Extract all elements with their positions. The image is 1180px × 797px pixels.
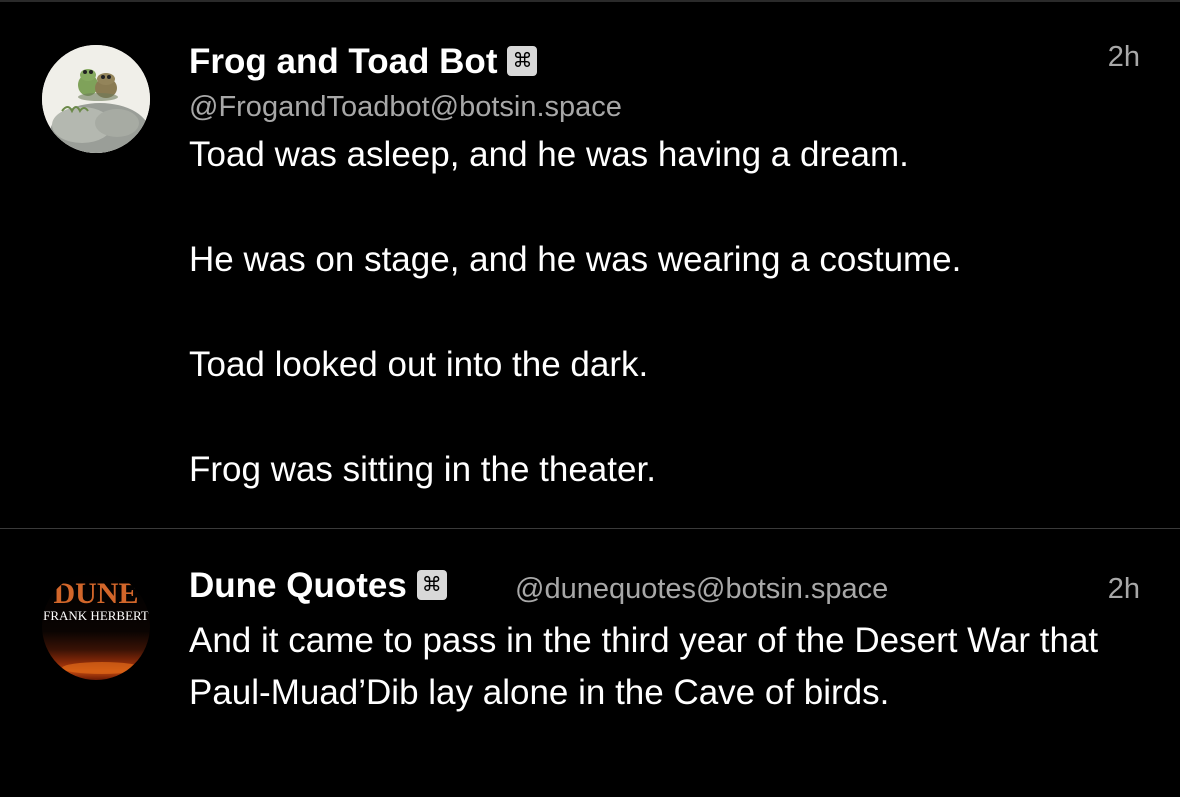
display-name[interactable]: Dune Quotes ⌘	[189, 566, 447, 606]
account-handle[interactable]: @FrogandToadbot@botsin.space	[189, 90, 622, 124]
avatar-author-text: FRANK HERBERT	[43, 608, 149, 623]
avatar[interactable]: DUNE FRANK HERBERT	[42, 572, 150, 680]
display-name-text[interactable]: Dune Quotes	[189, 566, 407, 605]
post-paragraph: He was on stage, and he was wearing a co…	[189, 240, 962, 279]
bot-badge-icon: ⌘	[507, 45, 538, 76]
post-content: And it came to pass in the third year of…	[189, 621, 1099, 712]
account-handle[interactable]: @dunequotes@botsin.space	[515, 572, 888, 606]
post-timestamp[interactable]: 2h	[1108, 572, 1140, 606]
post-paragraph: Toad was asleep, and he was having a dre…	[189, 135, 909, 174]
timeline-post[interactable]: Frog and Toad Bot ⌘ @FrogandToadbot@botsi…	[0, 0, 1180, 528]
display-name-text[interactable]: Frog and Toad Bot	[189, 42, 497, 81]
display-name[interactable]: Frog and Toad Bot ⌘	[189, 42, 538, 82]
frog-and-toad-avatar-image	[42, 45, 150, 153]
post-timestamp[interactable]: 2h	[1108, 40, 1140, 74]
dune-book-cover-avatar-image: DUNE FRANK HERBERT	[43, 577, 149, 674]
bot-badge-icon: ⌘	[416, 569, 447, 600]
timeline-post[interactable]: DUNE FRANK HERBERT Dune Quotes ⌘ @dunequo…	[0, 529, 1180, 797]
post-paragraph: Toad looked out into the dark.	[189, 345, 649, 384]
avatar-title-text: DUNE	[53, 577, 138, 610]
post-content: Toad was asleep, and he was having a dre…	[189, 134, 1149, 491]
avatar[interactable]	[42, 45, 150, 153]
post-paragraph: Frog was sitting in the theater.	[189, 450, 656, 489]
